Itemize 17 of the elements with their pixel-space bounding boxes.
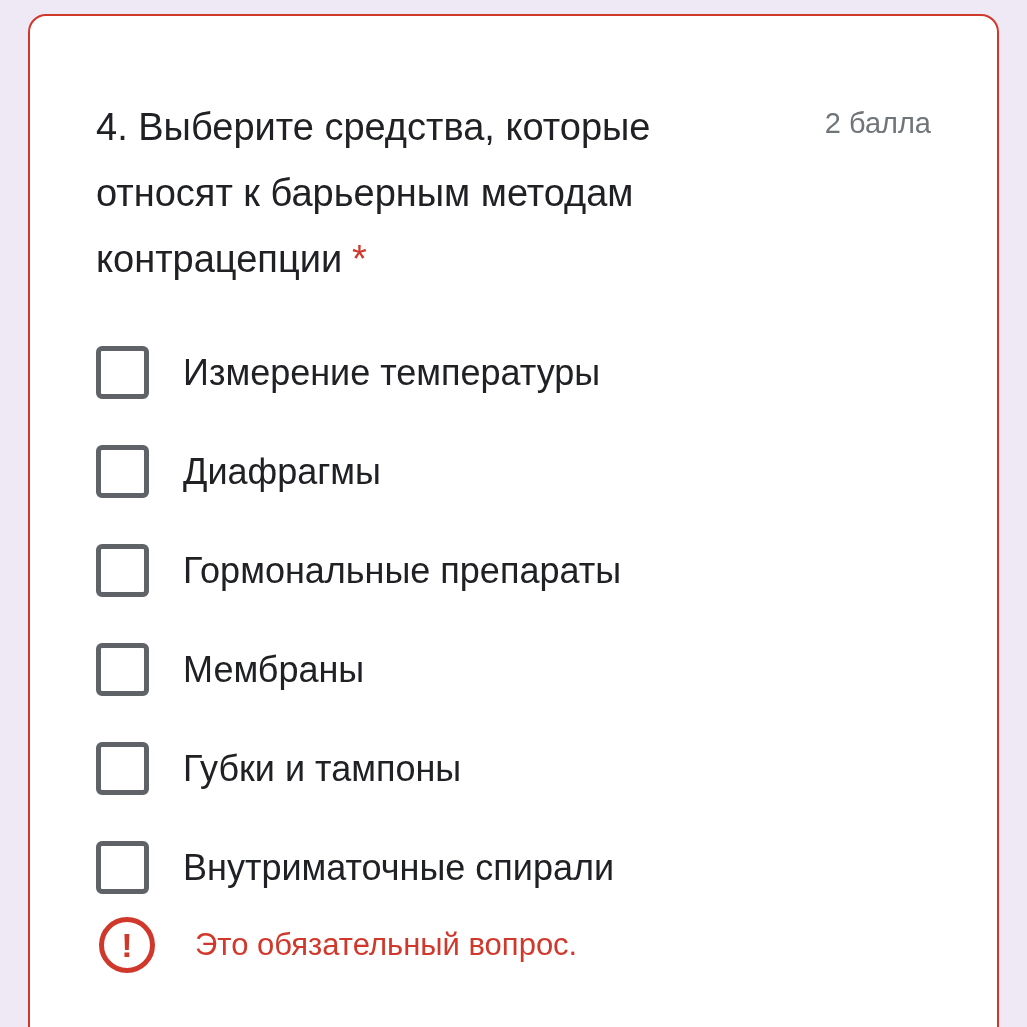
points-label: 2 балла [824,106,931,141]
checkbox[interactable] [96,742,149,795]
option-label: Губки и тампоны [183,746,462,791]
checkbox[interactable] [96,544,149,597]
option-label: Внутриматочные спирали [183,845,615,890]
checkbox[interactable] [96,841,149,894]
error-message: Это обязательный вопрос. [195,925,578,964]
option-label: Измерение температуры [183,350,601,395]
error-icon: ! [99,917,155,973]
option-label: Мембраны [183,647,365,692]
checkbox[interactable] [96,445,149,498]
option-label: Диафрагмы [183,449,381,494]
question-title: 4. Выберите средства, которые относят к барьерным методам контрацепции * [96,105,652,282]
option-label: Гормональные препараты [183,548,621,593]
checkbox[interactable] [96,643,149,696]
required-asterisk: * [352,238,367,280]
checkbox[interactable] [96,346,149,399]
